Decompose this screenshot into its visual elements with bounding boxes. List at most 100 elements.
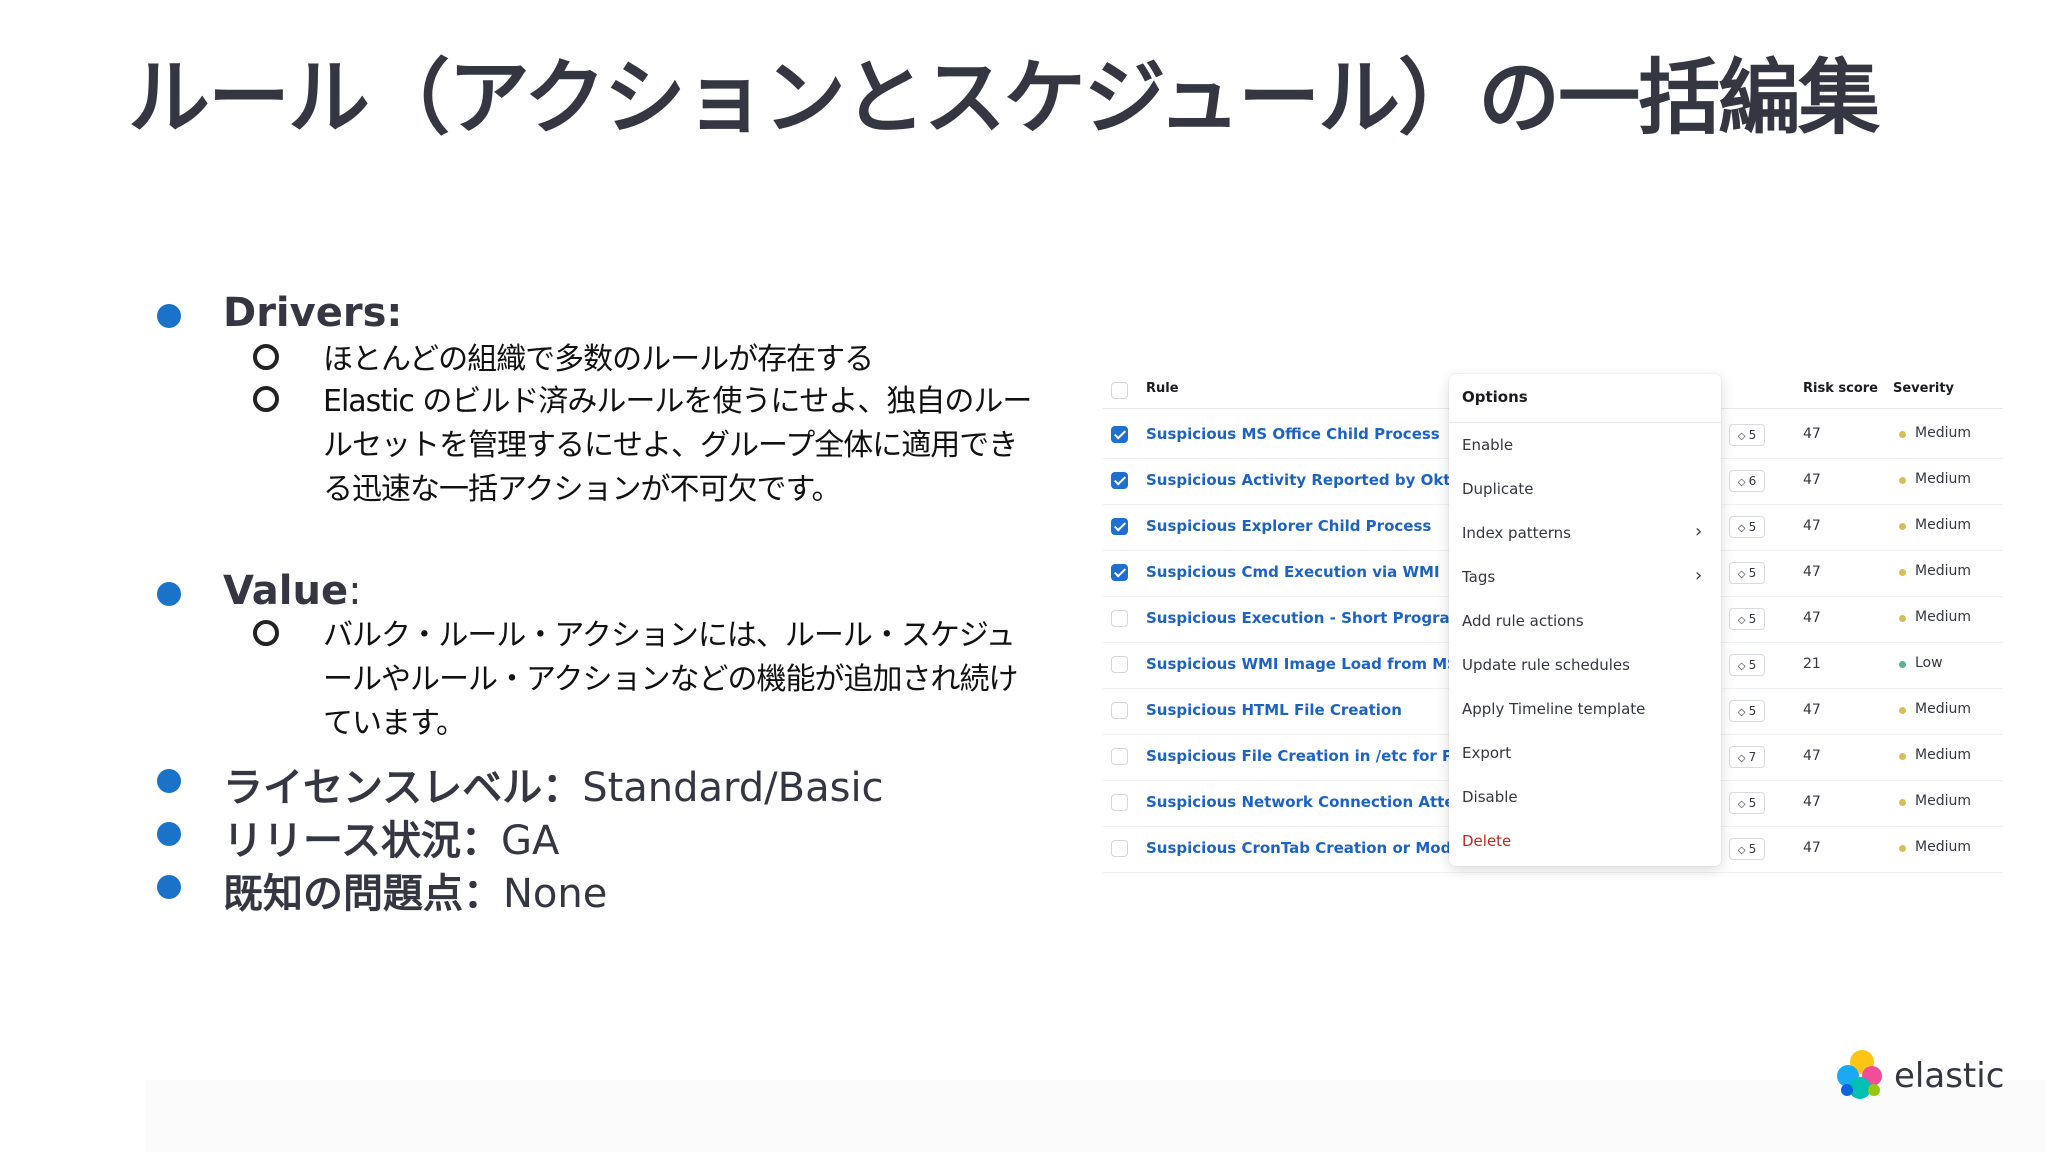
row-checkbox[interactable] [1111, 472, 1128, 489]
select-all-checkbox[interactable] [1111, 382, 1128, 399]
row-checkbox[interactable] [1111, 610, 1128, 627]
rule-name-link[interactable]: Suspicious Execution - Short Program Nam… [1146, 609, 1451, 627]
tag-icon: ◇ [1737, 477, 1749, 488]
bullet-dot-icon [157, 582, 181, 606]
row-checkbox[interactable] [1111, 840, 1128, 857]
footer-background [145, 1080, 2045, 1152]
tags-count-badge[interactable]: ◇ 5 [1729, 700, 1765, 722]
severity-label: Medium [1915, 701, 1971, 717]
issues-label: 既知の問題点： [223, 871, 503, 917]
tags-count-badge[interactable]: ◇ 5 [1729, 516, 1765, 538]
risk-score: 47 [1803, 564, 1821, 580]
risk-score: 47 [1803, 794, 1821, 810]
rule-name-link[interactable]: Suspicious HTML File Creation [1146, 701, 1451, 719]
value-colon: : [348, 568, 362, 614]
menu-item-export[interactable]: Export [1462, 744, 1511, 762]
row-checkbox[interactable] [1111, 518, 1128, 535]
menu-item-enable[interactable]: Enable [1462, 436, 1513, 454]
tags-count-badge[interactable]: ◇ 6 [1729, 470, 1765, 492]
tags-count-badge[interactable]: ◇ 5 [1729, 838, 1765, 860]
risk-score: 21 [1803, 656, 1821, 672]
menu-item-delete[interactable]: Delete [1462, 832, 1511, 850]
bullet-dot-icon [157, 822, 181, 846]
risk-score: 47 [1803, 610, 1821, 626]
row-checkbox[interactable] [1111, 656, 1128, 673]
tags-count: 5 [1748, 566, 1757, 580]
tags-count: 5 [1748, 796, 1757, 810]
column-header-severity[interactable]: Severity [1893, 381, 1954, 396]
tag-icon: ◇ [1737, 661, 1749, 672]
severity-dot-icon [1899, 477, 1906, 484]
menu-item-disable[interactable]: Disable [1462, 788, 1518, 806]
tags-count: 5 [1748, 520, 1757, 534]
tags-count: 6 [1748, 474, 1757, 488]
sub-bullet-ring-icon [253, 344, 279, 370]
risk-score: 47 [1803, 518, 1821, 534]
risk-score: 47 [1803, 840, 1821, 856]
bulk-actions-menu: Options Enable Duplicate Index patterns › Ta… [1449, 374, 1721, 866]
tags-count-badge[interactable]: ◇ 5 [1729, 562, 1765, 584]
row-checkbox[interactable] [1111, 564, 1128, 581]
license-value: Standard/Basic [582, 765, 884, 811]
rule-name-link[interactable]: Suspicious Explorer Child Process [1146, 517, 1451, 535]
menu-item-tags[interactable]: Tags [1462, 568, 1495, 586]
tags-count-badge[interactable]: ◇ 5 [1729, 654, 1765, 676]
tags-count: 5 [1748, 704, 1757, 718]
severity-dot-icon [1899, 431, 1906, 438]
rule-name-link[interactable]: Suspicious MS Office Child Process [1146, 425, 1451, 443]
severity-label: Medium [1915, 517, 1971, 533]
chevron-right-icon: › [1695, 521, 1703, 542]
severity-label: Medium [1915, 793, 1971, 809]
rule-name-link[interactable]: Suspicious WMI Image Load from MS Office [1146, 655, 1451, 673]
rule-name-link[interactable]: Suspicious Network Connection Attempt by… [1146, 793, 1451, 811]
severity-label: Medium [1915, 471, 1971, 487]
tags-count: 5 [1748, 612, 1757, 626]
chevron-right-icon: › [1695, 565, 1703, 586]
menu-item-add-rule-actions[interactable]: Add rule actions [1462, 612, 1584, 630]
rules-table-screenshot: Rule Risk score Severity Suspicious MS O… [1103, 368, 2003, 873]
severity-label: Medium [1915, 747, 1971, 763]
rule-name-link[interactable]: Suspicious CronTab Creation or Modificat… [1146, 839, 1451, 857]
severity-dot-icon [1899, 523, 1906, 530]
risk-score: 47 [1803, 472, 1821, 488]
rule-name-link[interactable]: Suspicious File Creation in /etc for Per… [1146, 747, 1451, 765]
menu-item-update-rule-schedules[interactable]: Update rule schedules [1462, 656, 1630, 674]
menu-divider [1449, 422, 1721, 423]
risk-score: 47 [1803, 748, 1821, 764]
tags-count-badge[interactable]: ◇ 5 [1729, 608, 1765, 630]
severity-dot-icon [1899, 799, 1906, 806]
tags-count: 5 [1748, 842, 1757, 856]
value-label: Value [223, 568, 349, 614]
row-checkbox[interactable] [1111, 426, 1128, 443]
tag-icon: ◇ [1737, 569, 1749, 580]
column-header-rule[interactable]: Rule [1146, 381, 1179, 396]
rule-name-link[interactable]: Suspicious Activity Reported by Okta Use… [1146, 471, 1451, 489]
tag-icon: ◇ [1737, 845, 1749, 856]
tags-count-badge[interactable]: ◇ 7 [1729, 746, 1765, 768]
tags-count: 5 [1748, 428, 1757, 442]
severity-label: Medium [1915, 839, 1971, 855]
severity-label: Medium [1915, 609, 1971, 625]
bullet-dot-icon [157, 875, 181, 899]
row-checkbox[interactable] [1111, 702, 1128, 719]
tag-icon: ◇ [1737, 431, 1749, 442]
row-checkbox[interactable] [1111, 794, 1128, 811]
tag-icon: ◇ [1737, 615, 1749, 626]
severity-dot-icon [1899, 615, 1906, 622]
tags-count-badge[interactable]: ◇ 5 [1729, 792, 1765, 814]
menu-item-duplicate[interactable]: Duplicate [1462, 480, 1533, 498]
column-header-risk-score[interactable]: Risk score [1803, 381, 1878, 396]
menu-item-index-patterns[interactable]: Index patterns [1462, 524, 1571, 542]
drivers-label: Drivers: [223, 290, 403, 336]
severity-label: Medium [1915, 563, 1971, 579]
row-divider [1103, 872, 2003, 873]
tags-count: 5 [1748, 658, 1757, 672]
tags-count-badge[interactable]: ◇ 5 [1729, 424, 1765, 446]
elastic-logo-icon [1837, 1050, 1882, 1099]
tag-icon: ◇ [1737, 753, 1749, 764]
elastic-logo: elastic [1832, 1046, 2032, 1106]
row-checkbox[interactable] [1111, 748, 1128, 765]
bullet-dot-icon [157, 304, 181, 328]
menu-item-apply-timeline-template[interactable]: Apply Timeline template [1462, 700, 1645, 718]
rule-name-link[interactable]: Suspicious Cmd Execution via WMI [1146, 563, 1451, 581]
